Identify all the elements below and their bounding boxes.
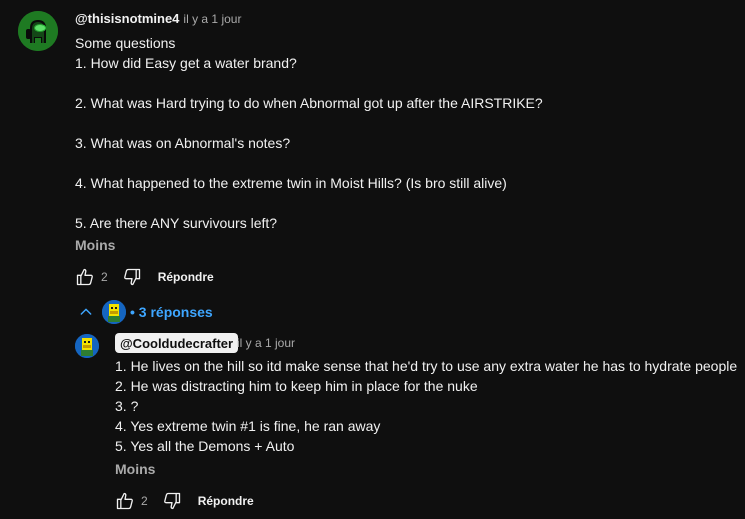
reply-body: 1. He lives on the hill so itd make sens… — [115, 356, 737, 456]
thumbs-up-icon — [116, 492, 133, 510]
among-us-crewmate-icon — [18, 11, 58, 51]
reply-author-avatar[interactable] — [75, 334, 99, 358]
comment-body: Some questions 1. How did Easy get a wat… — [75, 33, 735, 233]
thumbs-up-icon — [76, 268, 93, 286]
reply-button[interactable]: Répondre — [158, 270, 214, 284]
chevron-up-icon — [80, 308, 92, 315]
reply-reply-button[interactable]: Répondre — [198, 494, 254, 508]
reply-show-less-button[interactable]: Moins — [115, 461, 155, 477]
replies-toggle[interactable]: • 3 réponses — [78, 298, 213, 326]
blocky-character-icon — [102, 300, 126, 324]
comment-line: 4. What happened to the extreme twin in … — [75, 175, 507, 191]
reply-line: 5. Yes all the Demons + Auto — [115, 438, 295, 454]
comment-line: 3. What was on Abnormal's notes? — [75, 135, 291, 151]
reply-line: 2. He was distracting him to keep him in… — [115, 378, 478, 394]
thumbs-down-icon — [163, 492, 180, 510]
comment-line — [75, 113, 735, 133]
reply-dislike-button[interactable] — [160, 489, 184, 513]
comment-line: 5. Are there ANY survivours left? — [75, 215, 278, 231]
comment-author[interactable]: @thisisnotmine4 — [75, 11, 179, 26]
replier-avatar-thumb — [102, 300, 126, 324]
reply-timestamp[interactable]: il y a 1 jour — [237, 336, 295, 350]
comment-header: @thisisnotmine4 il y a 1 jour — [75, 11, 241, 29]
thumbs-down-icon — [123, 268, 140, 286]
reply-author-handle[interactable]: @Cooldudecrafter — [115, 333, 239, 353]
reply-actions: 2 Répondre — [113, 489, 254, 513]
comment-line — [75, 193, 735, 213]
like-count: 2 — [101, 270, 108, 284]
comment-actions: 2 Répondre — [73, 265, 214, 289]
comment-timestamp[interactable]: il y a 1 jour — [183, 12, 241, 26]
reply-line: 1. He lives on the hill so itd make sens… — [115, 358, 738, 374]
blocky-character-icon — [75, 334, 99, 358]
comment-line — [75, 73, 735, 93]
comment-line: 1. How did Easy get a water brand? — [75, 55, 297, 71]
author-avatar[interactable] — [18, 11, 58, 51]
dislike-button[interactable] — [120, 265, 144, 289]
reply-like-button[interactable] — [113, 489, 137, 513]
reply-line: 4. Yes extreme twin #1 is fine, he ran a… — [115, 418, 381, 434]
comment-line: Some questions — [75, 35, 176, 51]
show-less-button[interactable]: Moins — [75, 237, 115, 253]
replies-count-label: • 3 réponses — [130, 304, 213, 320]
comment-line: 2. What was Hard trying to do when Abnor… — [75, 95, 543, 111]
reply-line: 3. ? — [115, 398, 139, 414]
reply-like-count: 2 — [141, 494, 148, 508]
comment-line — [75, 153, 735, 173]
like-button[interactable] — [73, 265, 97, 289]
